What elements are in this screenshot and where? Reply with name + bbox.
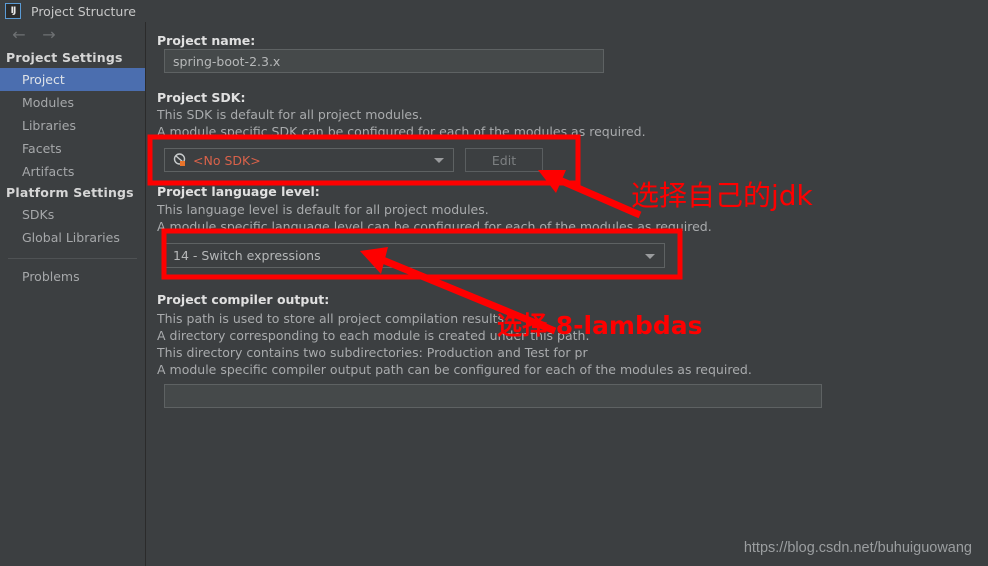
compiler-output-label: Project compiler output: <box>157 292 330 307</box>
compiler-output-desc-line-3: This directory contains two subdirectori… <box>157 345 588 360</box>
sidebar-item-artifacts[interactable]: Artifacts <box>0 160 145 183</box>
project-sdk-value: <No SDK> <box>193 152 261 168</box>
project-name-label: Project name: <box>157 33 256 48</box>
window-titlebar: IJ Project Structure <box>0 0 988 22</box>
project-sdk-desc-line-1: This SDK is default for all project modu… <box>157 107 423 122</box>
compiler-output-desc-line-4: A module specific compiler output path c… <box>157 362 752 377</box>
intellij-idea-icon: IJ <box>5 3 21 19</box>
compiler-output-input[interactable] <box>164 384 822 408</box>
chevron-down-icon <box>645 253 655 259</box>
language-level-desc-line-1: This language level is default for all p… <box>157 202 489 217</box>
project-sdk-dropdown[interactable]: <No SDK> <box>164 148 454 172</box>
compiler-output-desc-line-2: A directory corresponding to each module… <box>157 328 590 343</box>
sidebar-item-problems[interactable]: Problems <box>0 265 145 288</box>
arrow-left-icon[interactable]: ← <box>4 25 34 45</box>
edit-sdk-button[interactable]: Edit <box>465 148 543 172</box>
sidebar-group-platform-settings: Platform Settings <box>6 185 134 200</box>
blog-watermark: https://blog.csdn.net/buhuiguowang <box>743 540 972 556</box>
sidebar-divider <box>8 258 137 259</box>
no-sdk-icon <box>173 153 187 167</box>
language-level-dropdown[interactable]: 14 - Switch expressions <box>164 243 665 268</box>
project-sdk-label: Project SDK: <box>157 90 246 105</box>
sidebar-item-libraries[interactable]: Libraries <box>0 114 145 137</box>
arrow-right-icon[interactable]: → <box>34 25 64 45</box>
project-settings-panel: Project name: spring-boot-2.3.x Project … <box>147 22 988 566</box>
chevron-down-icon <box>434 158 444 163</box>
navigation-buttons: ← → <box>0 22 145 48</box>
sidebar-group-project-settings: Project Settings <box>6 50 123 65</box>
language-level-label: Project language level: <box>157 184 320 199</box>
language-level-value: 14 - Switch expressions <box>173 248 321 263</box>
project-sdk-desc-line-2: A module specific SDK can be configured … <box>157 124 646 139</box>
language-level-desc-line-2: A module specific language level can be … <box>157 219 712 234</box>
window-title: Project Structure <box>31 3 136 19</box>
sidebar-item-project[interactable]: Project <box>0 68 145 91</box>
settings-sidebar: ← → Project Settings Project Modules Lib… <box>0 22 146 566</box>
sidebar-item-modules[interactable]: Modules <box>0 91 145 114</box>
compiler-output-desc-line-1: This path is used to store all project c… <box>157 311 508 326</box>
app-icon-text: IJ <box>10 6 17 16</box>
project-name-input[interactable]: spring-boot-2.3.x <box>164 49 604 73</box>
sidebar-item-global-libraries[interactable]: Global Libraries <box>0 226 145 249</box>
sidebar-item-sdks[interactable]: SDKs <box>0 203 145 226</box>
sidebar-item-facets[interactable]: Facets <box>0 137 145 160</box>
